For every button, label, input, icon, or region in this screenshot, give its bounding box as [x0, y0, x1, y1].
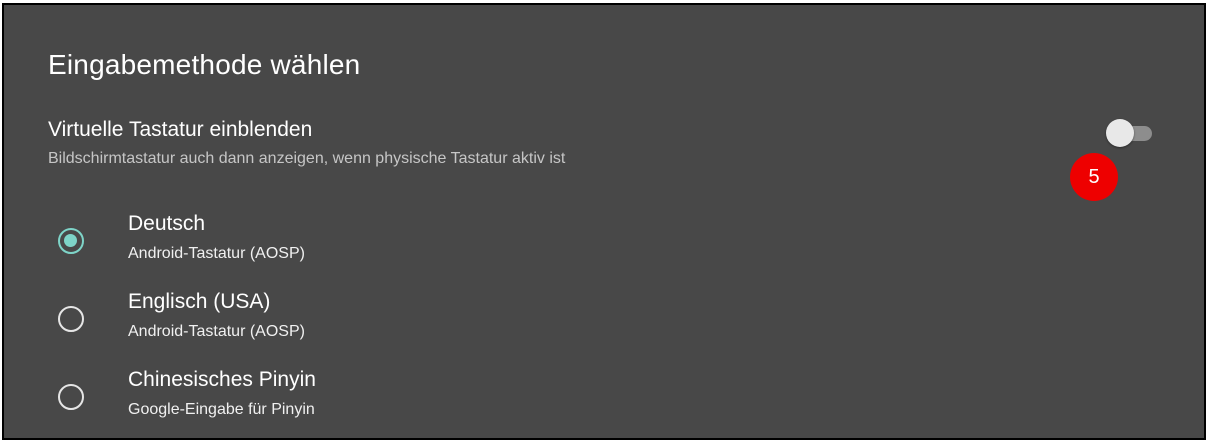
step-number-badge: 5 [1070, 153, 1118, 201]
input-method-subtitle: Google-Eingabe für Pinyin [128, 401, 315, 418]
input-method-option-deutsch[interactable]: Deutsch Android-Tastatur (AOSP) [44, 210, 744, 272]
virtual-keyboard-toggle[interactable] [1104, 118, 1160, 148]
input-method-title: Deutsch [128, 212, 206, 235]
dialog-title: Eingabemethode wählen [48, 49, 361, 80]
radio-dot [64, 234, 77, 247]
input-method-option-pinyin[interactable]: Chinesisches Pinyin Google-Eingabe für P… [44, 366, 744, 428]
input-method-subtitle: Android-Tastatur (AOSP) [128, 245, 305, 262]
radio-checked-icon[interactable] [58, 228, 84, 254]
input-method-option-englisch[interactable]: Englisch (USA) Android-Tastatur (AOSP) [44, 288, 744, 350]
toggle-thumb [1106, 119, 1134, 147]
input-method-title: Chinesisches Pinyin [128, 368, 316, 391]
radio-unchecked-icon[interactable] [58, 384, 84, 410]
virtual-keyboard-setting[interactable]: Virtuelle Tastatur einblenden Bildschirm… [48, 118, 1088, 168]
input-method-subtitle: Android-Tastatur (AOSP) [128, 323, 305, 340]
virtual-keyboard-title: Virtuelle Tastatur einblenden [48, 118, 313, 141]
input-method-dialog: Eingabemethode wählen Virtuelle Tastatur… [2, 3, 1206, 440]
radio-unchecked-icon[interactable] [58, 306, 84, 332]
virtual-keyboard-summary: Bildschirmtastatur auch dann anzeigen, w… [48, 150, 566, 167]
input-method-title: Englisch (USA) [128, 290, 271, 313]
